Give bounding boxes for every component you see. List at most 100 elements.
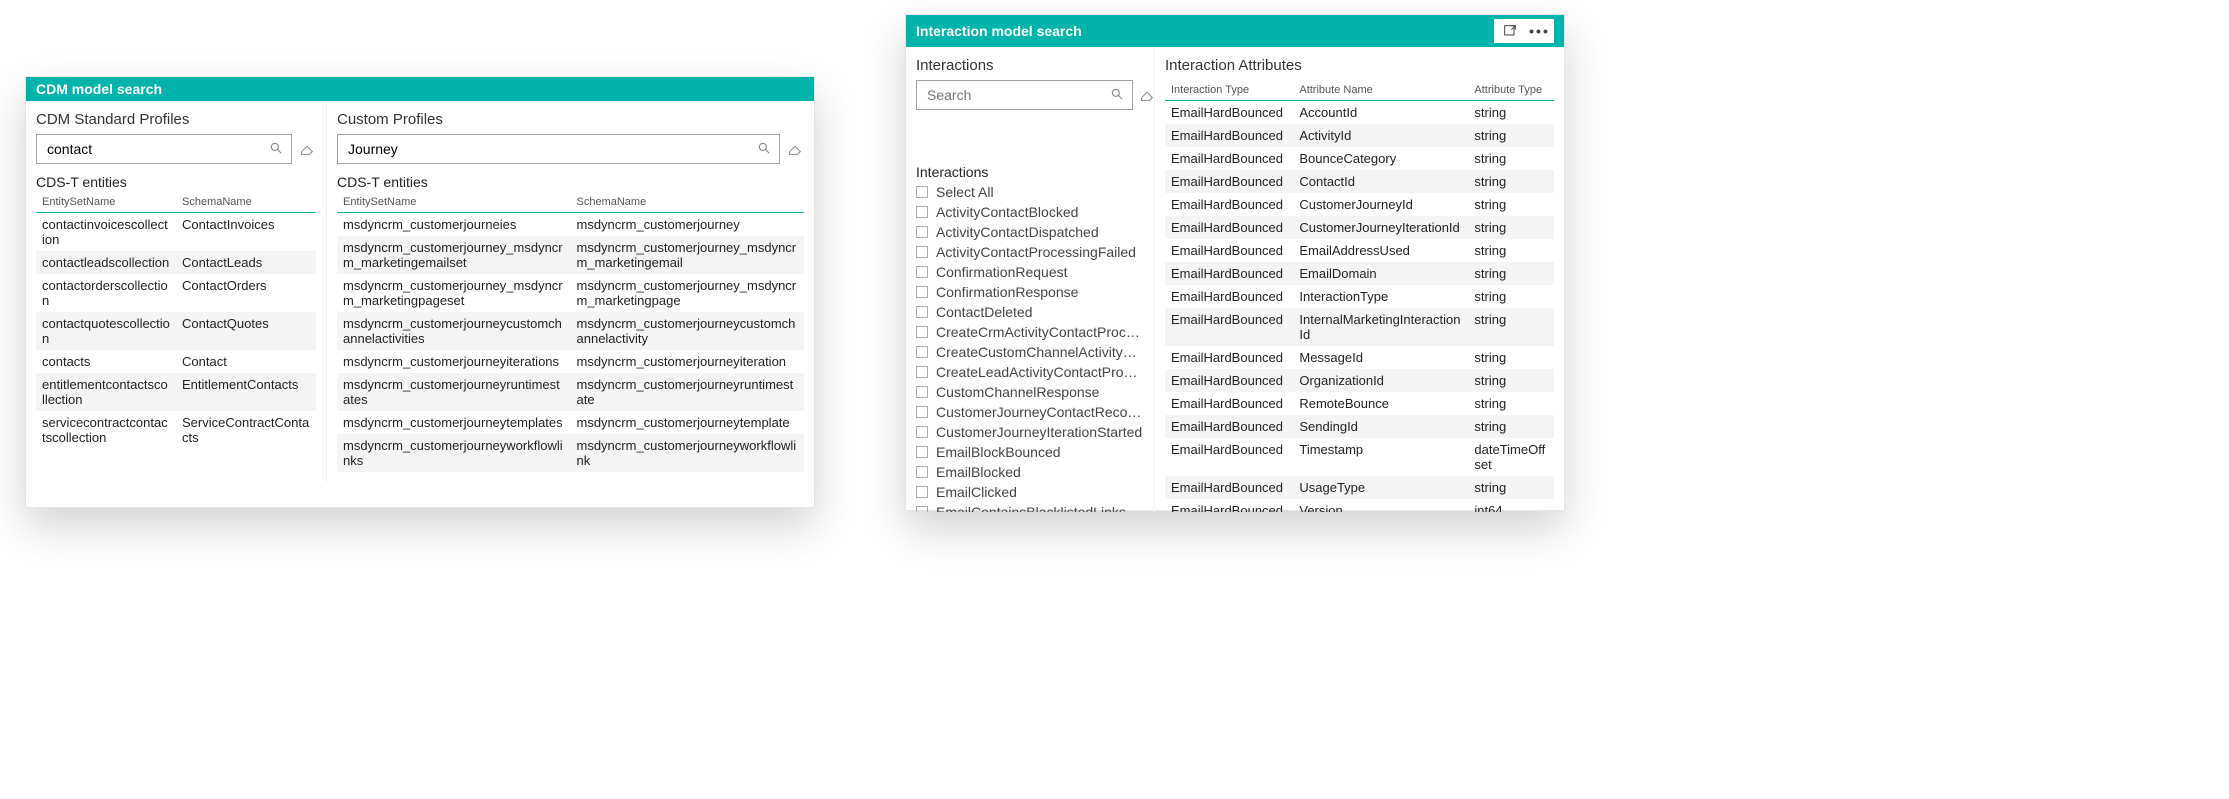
table-cell: contactquotescollection (36, 312, 176, 350)
focus-mode-button[interactable] (1494, 19, 1524, 43)
interaction-option[interactable]: CreateCustomChannelActivityContactProc… (916, 342, 1144, 362)
interaction-option[interactable]: ConfirmationResponse (916, 282, 1144, 302)
search-icon (1110, 87, 1124, 104)
table-row[interactable]: msdyncrm_customerjourneycustomchannelact… (337, 312, 804, 350)
table-cell: msdyncrm_customerjourneyruntimestate (571, 373, 805, 411)
table-cell: EmailHardBounced (1165, 499, 1293, 512)
table-row[interactable]: EmailHardBouncedInteractionTypestring (1165, 285, 1554, 308)
table-row[interactable]: EmailHardBouncedUsageTypestring (1165, 476, 1554, 499)
interaction-option[interactable]: CustomerJourneyIterationStarted (916, 422, 1144, 442)
table-row[interactable]: EmailHardBouncedSendingIdstring (1165, 415, 1554, 438)
clear-icon[interactable] (1139, 86, 1154, 104)
table-row[interactable]: msdyncrm_customerjourneyiterationsmsdync… (337, 350, 804, 373)
column-header[interactable]: Interaction Type (1165, 80, 1293, 101)
table-row[interactable]: servicecontractcontactscollectionService… (36, 411, 316, 449)
column-header[interactable]: Attribute Name (1293, 80, 1468, 101)
table-cell: msdyncrm_customerjourneytemplate (571, 411, 805, 434)
interaction-option[interactable]: CustomerJourneyContactRecordUpdated (916, 402, 1144, 422)
table-row[interactable]: EmailHardBouncedCustomerJourneyIteration… (1165, 216, 1554, 239)
interaction-option[interactable]: CustomChannelResponse (916, 382, 1144, 402)
column-header[interactable]: SchemaName (176, 192, 316, 213)
more-options-button[interactable]: ••• (1524, 19, 1554, 43)
column-header[interactable]: EntitySetName (36, 192, 176, 213)
table-cell: string (1468, 262, 1554, 285)
clear-icon[interactable] (298, 140, 316, 158)
checkbox-icon (916, 346, 928, 358)
table-row[interactable]: contactinvoicescollectionContactInvoices (36, 213, 316, 252)
interaction-option[interactable]: ContactDeleted (916, 302, 1144, 322)
table-row[interactable]: EmailHardBouncedVersionint64 (1165, 499, 1554, 512)
interaction-option[interactable]: EmailContainsBlacklistedLinks (916, 502, 1144, 512)
cdm-custom-search-input[interactable] (346, 140, 757, 158)
interaction-option[interactable]: ConfirmationRequest (916, 262, 1144, 282)
interactions-title: Interactions (916, 57, 1144, 74)
interaction-option[interactable]: CreateLeadActivityContactProcessed (916, 362, 1144, 382)
interaction-option[interactable]: CreateCrmActivityContactProcessed (916, 322, 1144, 342)
cdm-standard-search-input[interactable] (45, 140, 269, 158)
interactions-search-input[interactable] (925, 86, 1110, 104)
table-row[interactable]: EmailHardBouncedCustomerJourneyIdstring (1165, 193, 1554, 216)
table-row[interactable]: EmailHardBouncedInternalMarketingInterac… (1165, 308, 1554, 346)
checkbox-icon (916, 206, 928, 218)
table-row[interactable]: contactleadscollectionContactLeads (36, 251, 316, 274)
table-cell: CustomerJourneyIterationId (1293, 216, 1468, 239)
checkbox-icon (916, 426, 928, 438)
interaction-option-label: EmailClicked (936, 484, 1017, 500)
ellipsis-icon: ••• (1529, 23, 1550, 39)
interactions-column: Interactions Interactions Select AllActi… (906, 47, 1154, 512)
cdm-custom-profiles-column: Custom Profiles CDS-T entities EntitySet… (326, 101, 814, 482)
table-row[interactable]: EmailHardBouncedActivityIdstring (1165, 124, 1554, 147)
interactions-search-box[interactable] (916, 80, 1133, 110)
cdm-right-table-title: CDS-T entities (337, 174, 804, 190)
cdm-custom-search-box[interactable] (337, 134, 780, 164)
checkbox-icon (916, 186, 928, 198)
table-cell: contactinvoicescollection (36, 213, 176, 252)
interaction-option[interactable]: EmailBlockBounced (916, 442, 1144, 462)
interaction-option[interactable]: EmailClicked (916, 482, 1144, 502)
interaction-option[interactable]: Select All (916, 182, 1144, 202)
cdm-left-table: EntitySetNameSchemaName contactinvoicesc… (36, 192, 316, 449)
table-row[interactable]: EmailHardBouncedRemoteBouncestring (1165, 392, 1554, 415)
interaction-option[interactable]: ActivityContactProcessingFailed (916, 242, 1144, 262)
table-cell: ContactOrders (176, 274, 316, 312)
table-cell: InternalMarketingInteractionId (1293, 308, 1468, 346)
table-row[interactable]: contactsContact (36, 350, 316, 373)
table-row[interactable]: contactorderscollectionContactOrders (36, 274, 316, 312)
cdm-standard-search-box[interactable] (36, 134, 292, 164)
table-row[interactable]: EmailHardBouncedTimestampdateTimeOffset (1165, 438, 1554, 476)
table-row[interactable]: EmailHardBouncedEmailDomainstring (1165, 262, 1554, 285)
table-row[interactable]: entitlementcontactscollectionEntitlement… (36, 373, 316, 411)
table-cell: msdyncrm_customerjourneyruntimestates (337, 373, 571, 411)
cdm-left-table-title: CDS-T entities (36, 174, 316, 190)
table-row[interactable]: EmailHardBouncedEmailAddressUsedstring (1165, 239, 1554, 262)
table-row[interactable]: EmailHardBouncedAccountIdstring (1165, 101, 1554, 125)
table-row[interactable]: msdyncrm_customerjourneytemplatesmsdyncr… (337, 411, 804, 434)
table-row[interactable]: msdyncrm_customerjourneiesmsdyncrm_custo… (337, 213, 804, 237)
table-row[interactable]: contactquotescollectionContactQuotes (36, 312, 316, 350)
table-cell: string (1468, 415, 1554, 438)
interaction-option[interactable]: ActivityContactDispatched (916, 222, 1144, 242)
interaction-option-label: EmailContainsBlacklistedLinks (936, 504, 1126, 512)
checkbox-icon (916, 406, 928, 418)
cdm-panel-header: CDM model search (26, 77, 814, 101)
interaction-option-label: ActivityContactProcessingFailed (936, 244, 1136, 260)
interaction-option[interactable]: EmailBlocked (916, 462, 1144, 482)
interaction-option[interactable]: ActivityContactBlocked (916, 202, 1144, 222)
table-row[interactable]: msdyncrm_customerjourneyworkflowlinksmsd… (337, 434, 804, 472)
clear-icon[interactable] (786, 140, 804, 158)
table-row[interactable]: EmailHardBouncedMessageIdstring (1165, 346, 1554, 369)
column-header[interactable]: Attribute Type (1468, 80, 1554, 101)
table-row[interactable]: msdyncrm_customerjourneyruntimestatesmsd… (337, 373, 804, 411)
table-row[interactable]: msdyncrm_customerjourney_msdyncrm_market… (337, 274, 804, 312)
table-row[interactable]: msdyncrm_customerjourney_msdyncrm_market… (337, 236, 804, 274)
column-header[interactable]: EntitySetName (337, 192, 571, 213)
checkbox-icon (916, 306, 928, 318)
interaction-option-label: CreateCustomChannelActivityContactProc… (936, 344, 1144, 360)
column-header[interactable]: SchemaName (571, 192, 805, 213)
table-cell: EmailHardBounced (1165, 369, 1293, 392)
table-cell: SendingId (1293, 415, 1468, 438)
table-row[interactable]: EmailHardBouncedOrganizationIdstring (1165, 369, 1554, 392)
table-row[interactable]: EmailHardBouncedBounceCategorystring (1165, 147, 1554, 170)
table-cell: EmailHardBounced (1165, 193, 1293, 216)
table-row[interactable]: EmailHardBouncedContactIdstring (1165, 170, 1554, 193)
